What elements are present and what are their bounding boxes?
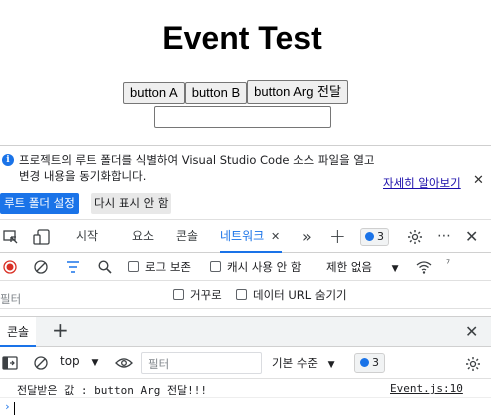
drawer-add-tab-icon[interactable]: + — [52, 315, 69, 348]
invert-checkbox[interactable] — [173, 289, 184, 300]
filter-icon[interactable] — [66, 261, 80, 273]
tab-console[interactable]: 콘솔 — [176, 220, 198, 253]
close-devtools-icon[interactable]: ✕ — [465, 220, 478, 253]
issues-badge[interactable]: 3 — [360, 228, 389, 246]
web-page: Event Test button A button B button Arg … — [0, 0, 491, 145]
disable-cache-label: 캐시 사용 안 함 — [227, 260, 302, 274]
hide-data-urls-checkbox[interactable] — [236, 289, 247, 300]
issues-dot-icon — [360, 358, 369, 367]
console-log-row: 전달받은 값 : button Arg 전달!!! Event.js:10 — [0, 380, 491, 398]
prompt-chevron-icon: › — [4, 400, 11, 413]
context-value: top — [60, 354, 80, 368]
device-emulation-icon[interactable] — [33, 229, 51, 245]
throttling-value: 제한 없음 — [326, 260, 372, 274]
chevron-down-icon: ▼ — [91, 358, 99, 368]
console-filter-input[interactable]: 필터 — [141, 352, 262, 374]
disable-cache-checkbox[interactable] — [210, 261, 221, 272]
clear-icon[interactable] — [34, 260, 48, 274]
devtools-panel: i 프로젝트의 루트 폴더를 식별하여 Visual Studio Code 소… — [0, 145, 491, 420]
tab-elements[interactable]: 요소 — [132, 220, 154, 253]
network-filter-bar: 필터 거꾸로 데이터 URL 숨기기 — [0, 281, 491, 309]
sidebar-toggle-icon[interactable] — [2, 356, 18, 370]
network-filter-placeholder: 필터 — [0, 292, 22, 306]
close-drawer-icon[interactable]: ✕ — [465, 316, 478, 349]
learn-more-link[interactable]: 자세히 알아보기 — [383, 175, 461, 191]
log-level-value: 기본 수준 — [272, 356, 318, 370]
drawer-tab-console[interactable]: 콘솔 — [0, 317, 37, 347]
more-tabs-icon[interactable]: » — [302, 220, 312, 253]
console-log-message: 전달받은 값 : button Arg 전달!!! — [17, 384, 208, 397]
console-issues-badge[interactable]: 3 — [354, 353, 385, 373]
console-log-source-link[interactable]: Event.js:10 — [390, 382, 463, 395]
network-filter-input[interactable]: 필터 — [0, 285, 158, 306]
network-conditions-icon[interactable] — [416, 261, 432, 274]
console-toolbar: top ▼ 필터 기본 수준 ▼ 3 — [0, 347, 491, 379]
devtools-tabbar: 시작 요소 콘솔 네트워크 ✕ » + 3 ⋯ ✕ — [0, 219, 491, 253]
live-expression-eye-icon[interactable] — [115, 357, 133, 369]
inspect-element-icon[interactable] — [3, 229, 19, 245]
import-export-icon[interactable]: ⁷ — [446, 259, 450, 270]
console-prompt[interactable]: › — [0, 399, 491, 417]
dont-show-again-button[interactable]: 다시 표시 안 함 — [91, 193, 172, 214]
issues-count: 3 — [377, 230, 384, 243]
tab-network-label: 네트워크 — [220, 229, 265, 243]
add-tab-icon[interactable]: + — [329, 220, 346, 253]
search-icon[interactable] — [98, 260, 112, 274]
chevron-down-icon: ▼ — [391, 264, 399, 274]
info-icon: i — [2, 154, 14, 166]
button-a[interactable]: button A — [123, 82, 185, 104]
log-level-select[interactable]: 기본 수준 ▼ — [272, 355, 335, 371]
context-select[interactable]: top ▼ — [60, 354, 98, 368]
chevron-down-icon: ▼ — [327, 360, 335, 370]
button-arg[interactable]: button Arg 전달 — [247, 80, 348, 104]
console-filter-placeholder: 필터 — [148, 357, 170, 371]
console-issues-count: 3 — [372, 356, 379, 369]
clear-console-icon[interactable] — [34, 356, 48, 370]
page-title: Event Test — [162, 20, 322, 56]
infobar-message: 프로젝트의 루트 폴더를 식별하여 Visual Studio Code 소스 … — [19, 153, 375, 183]
close-tab-icon[interactable]: ✕ — [271, 220, 280, 253]
set-root-folder-button[interactable]: 루트 폴더 설정 — [0, 193, 79, 214]
more-options-icon[interactable]: ⋯ — [437, 220, 452, 253]
vscode-infobar: i 프로젝트의 루트 폴더를 식별하여 Visual Studio Code 소… — [0, 146, 491, 218]
settings-gear-icon[interactable] — [407, 229, 423, 245]
button-row: button A button B button Arg 전달 — [123, 80, 348, 104]
invert-label: 거꾸로 — [190, 288, 222, 302]
button-b[interactable]: button B — [184, 82, 248, 104]
network-toolbar: 로그 보존 캐시 사용 안 함 제한 없음 ▼ ⁷ — [0, 253, 491, 281]
throttling-select[interactable]: 제한 없음 ▼ — [326, 259, 399, 275]
tab-network[interactable]: 네트워크 ✕ — [220, 220, 283, 253]
tab-welcome[interactable]: 시작 — [76, 220, 98, 253]
console-settings-gear-icon[interactable] — [465, 356, 481, 372]
preserve-log-label: 로그 보존 — [145, 260, 191, 274]
close-icon[interactable]: ✕ — [473, 173, 484, 188]
text-caret — [14, 402, 15, 415]
text-input[interactable] — [154, 106, 331, 128]
hide-data-urls-label: 데이터 URL 숨기기 — [253, 288, 347, 302]
drawer-tabbar: 콘솔 + ✕ — [0, 316, 491, 347]
issues-dot-icon — [365, 232, 374, 241]
record-icon[interactable] — [3, 260, 17, 274]
preserve-log-checkbox[interactable] — [128, 261, 139, 272]
